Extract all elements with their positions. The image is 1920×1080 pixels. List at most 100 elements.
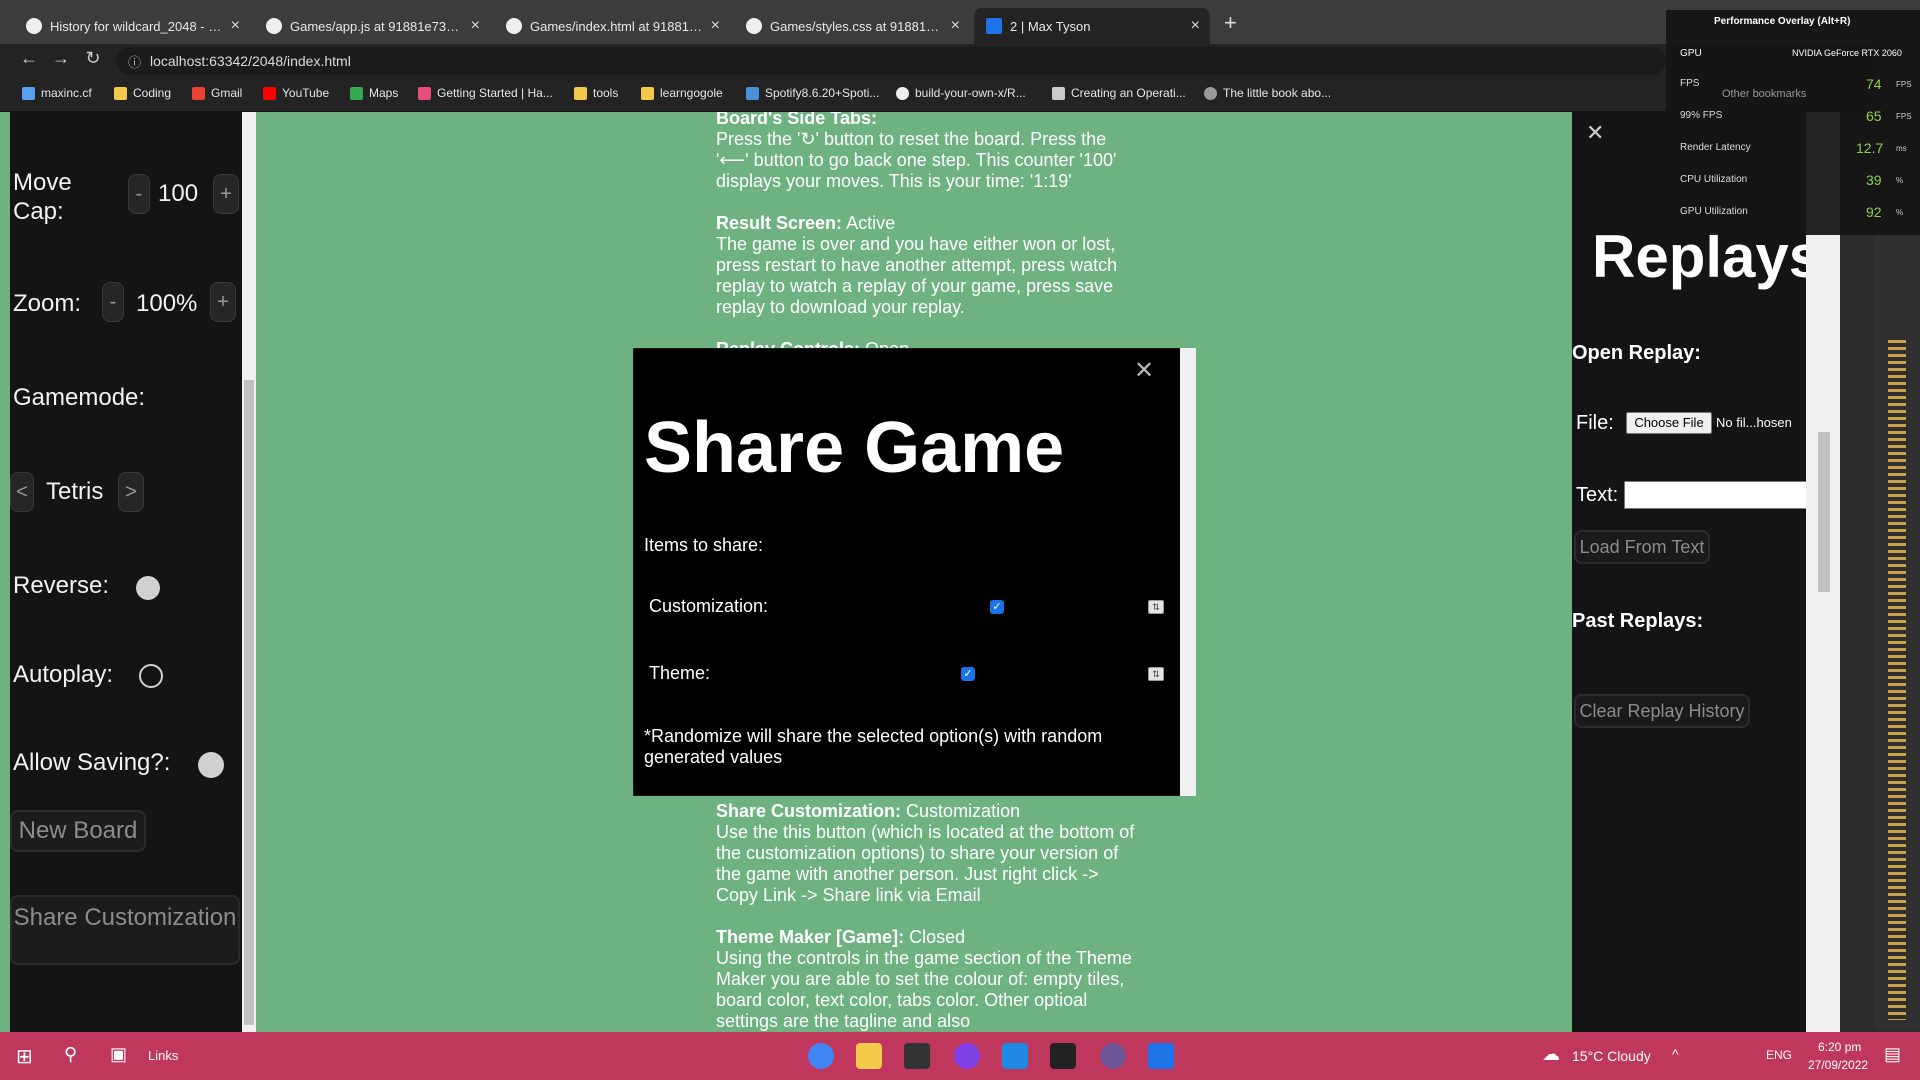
close-icon[interactable]: ×	[1191, 17, 1200, 35]
theme-checkbox[interactable]: ✓	[961, 667, 975, 681]
folder-icon	[641, 86, 654, 100]
language-indicator[interactable]: ENG	[1766, 1048, 1792, 1062]
unity-icon[interactable]	[904, 1043, 930, 1069]
replays-close-icon[interactable]: ✕	[1586, 120, 1604, 146]
tab-stylescss[interactable]: Games/styles.css at 91881e7398 ×	[734, 8, 970, 44]
new-board-button[interactable]: New Board	[10, 810, 146, 852]
clear-replay-history-button[interactable]: Clear Replay History	[1574, 694, 1750, 728]
move-cap-label: Move Cap:	[13, 169, 72, 225]
webstorm-icon[interactable]	[1148, 1043, 1174, 1069]
tab-indexhtml[interactable]: Games/index.html at 91881e739 ×	[494, 8, 730, 44]
board-side-section: Board's Side Tabs: Press the '↻' button t…	[716, 112, 1136, 192]
bookmark-folder[interactable]: Coding	[114, 86, 171, 100]
taskbar: ⊞ ⚲ ▣ Links ☁ 15°C Cloudy ^ ENG 6:20 pm …	[0, 1032, 1920, 1080]
reload-icon[interactable]: ↻	[80, 48, 106, 69]
items-to-share-label: Items to share:	[644, 535, 764, 555]
other-bookmarks[interactable]: Other bookmarks	[1722, 88, 1806, 100]
github-icon	[266, 18, 282, 34]
github-icon	[746, 18, 762, 34]
bookmark-item[interactable]: Creating an Operati...	[1052, 86, 1186, 100]
latency-unit: ms	[1896, 144, 1907, 153]
clock-date[interactable]: 27/09/2022	[1808, 1058, 1868, 1072]
github-icon	[506, 18, 522, 34]
bookmark-folder[interactable]: learngogole	[641, 86, 723, 100]
share-customization-button[interactable]: Share Customization	[10, 895, 240, 965]
close-icon[interactable]: ×	[231, 17, 240, 35]
bookmark-item[interactable]: Getting Started | Ha...	[418, 86, 553, 100]
load-from-text-button[interactable]: Load From Text	[1574, 530, 1710, 564]
bookmark-label: maxinc.cf	[41, 86, 92, 100]
zoom-label: Zoom:	[13, 290, 82, 317]
tray-chevron-icon[interactable]: ^	[1672, 1046, 1679, 1062]
task-view-icon[interactable]: ▣	[110, 1044, 127, 1065]
section-state: Closed	[909, 927, 966, 947]
links-toolbar[interactable]: Links	[148, 1048, 178, 1063]
tab-history[interactable]: History for wildcard_2048 - maxt ×	[14, 8, 250, 44]
clock-time[interactable]: 6:20 pm	[1818, 1040, 1861, 1054]
gamemode-prev-button[interactable]: <	[10, 472, 34, 512]
autoplay-toggle[interactable]	[139, 664, 163, 688]
move-cap-decrement-button[interactable]: -	[128, 174, 150, 214]
customization-checkbox[interactable]: ✓	[990, 600, 1004, 614]
new-tab-button[interactable]: +	[1224, 10, 1237, 36]
scrollbar-thumb[interactable]	[244, 380, 254, 1025]
app-icon[interactable]	[954, 1043, 980, 1069]
gamemode-next-button[interactable]: >	[118, 472, 144, 512]
tab-label: 2 | Max Tyson	[1010, 18, 1091, 34]
bookmark-item[interactable]: Maps	[350, 86, 398, 100]
weather-text[interactable]: 15°C Cloudy	[1572, 1048, 1651, 1064]
bookmark-item[interactable]: maxinc.cf	[22, 86, 92, 100]
replay-text-input[interactable]	[1624, 481, 1806, 509]
bookmark-label: Maps	[369, 86, 399, 100]
bookmark-item[interactable]: Spotify8.6.20+Spoti...	[746, 86, 879, 100]
move-cap-value: 100	[158, 180, 199, 207]
info-icon: ⓘ	[128, 55, 142, 70]
maps-icon	[350, 86, 363, 100]
warzone-icon[interactable]	[1050, 1043, 1076, 1069]
fps-label: FPS	[1680, 78, 1700, 89]
bookmark-item[interactable]: YouTube	[263, 86, 329, 100]
bookmark-item[interactable]: build-your-own-x/R...	[896, 86, 1026, 100]
bookmark-label: Gmail	[211, 86, 243, 100]
replays-panel: ✕ Replays Open Replay: File: Choose File…	[1572, 112, 1806, 1032]
zoom-increment-button[interactable]: +	[210, 282, 236, 322]
reverse-toggle[interactable]	[136, 576, 160, 600]
modal-close-icon[interactable]: ✕	[1134, 356, 1154, 385]
left-panel-scrollbar[interactable]	[242, 112, 256, 1032]
gmail-icon	[192, 86, 205, 100]
tab-appjs[interactable]: Games/app.js at 91881e7398bad ×	[254, 8, 490, 44]
gamemode-label: Gamemode:	[13, 384, 146, 411]
move-cap-increment-button[interactable]: +	[213, 174, 239, 214]
search-icon[interactable]: ⚲	[64, 1044, 77, 1065]
chrome-icon[interactable]	[808, 1043, 834, 1069]
scrollbar-thumb[interactable]	[1818, 432, 1830, 592]
autoplay-label: Autoplay:	[13, 661, 114, 688]
github-desktop-icon[interactable]	[1100, 1043, 1126, 1069]
close-icon[interactable]: ×	[951, 17, 960, 35]
share-game-modal: Share Game Items to share: Customization…	[633, 348, 1196, 796]
customization-label: Customization:	[649, 596, 769, 616]
edge-icon[interactable]	[1002, 1043, 1028, 1069]
bookmark-folder[interactable]: tools	[574, 86, 618, 100]
bookmark-item[interactable]: The little book abo...	[1204, 86, 1331, 100]
close-icon[interactable]: ×	[471, 17, 480, 35]
browser-tab-strip: History for wildcard_2048 - maxt × Games…	[0, 0, 1920, 44]
customization-randomize-button[interactable]: ⇅	[1148, 600, 1164, 614]
theme-label: Theme:	[649, 663, 711, 683]
zoom-decrement-button[interactable]: -	[102, 282, 124, 322]
bookmark-item[interactable]: Gmail	[192, 86, 242, 100]
tab-max-tyson[interactable]: 2 | Max Tyson ×	[974, 8, 1210, 44]
windows-start-icon[interactable]: ⊞	[16, 1044, 33, 1069]
modal-scrollbar[interactable]	[1180, 348, 1196, 796]
notifications-icon[interactable]: ▤	[1884, 1044, 1901, 1065]
address-bar[interactable]: ⓘ localhost:63342/2048/index.html	[116, 47, 1666, 75]
forward-icon[interactable]: →	[48, 48, 74, 69]
file-explorer-icon[interactable]	[856, 1043, 882, 1069]
back-icon[interactable]: ←	[16, 48, 42, 69]
theme-randomize-button[interactable]: ⇅	[1148, 667, 1164, 681]
open-replay-label: Open Replay:	[1572, 342, 1701, 364]
close-icon[interactable]: ×	[711, 17, 720, 35]
right-panel-scrollbar[interactable]	[1806, 112, 1840, 1032]
choose-file-button[interactable]: Choose File	[1626, 412, 1712, 434]
allow-saving-toggle[interactable]	[198, 752, 224, 778]
